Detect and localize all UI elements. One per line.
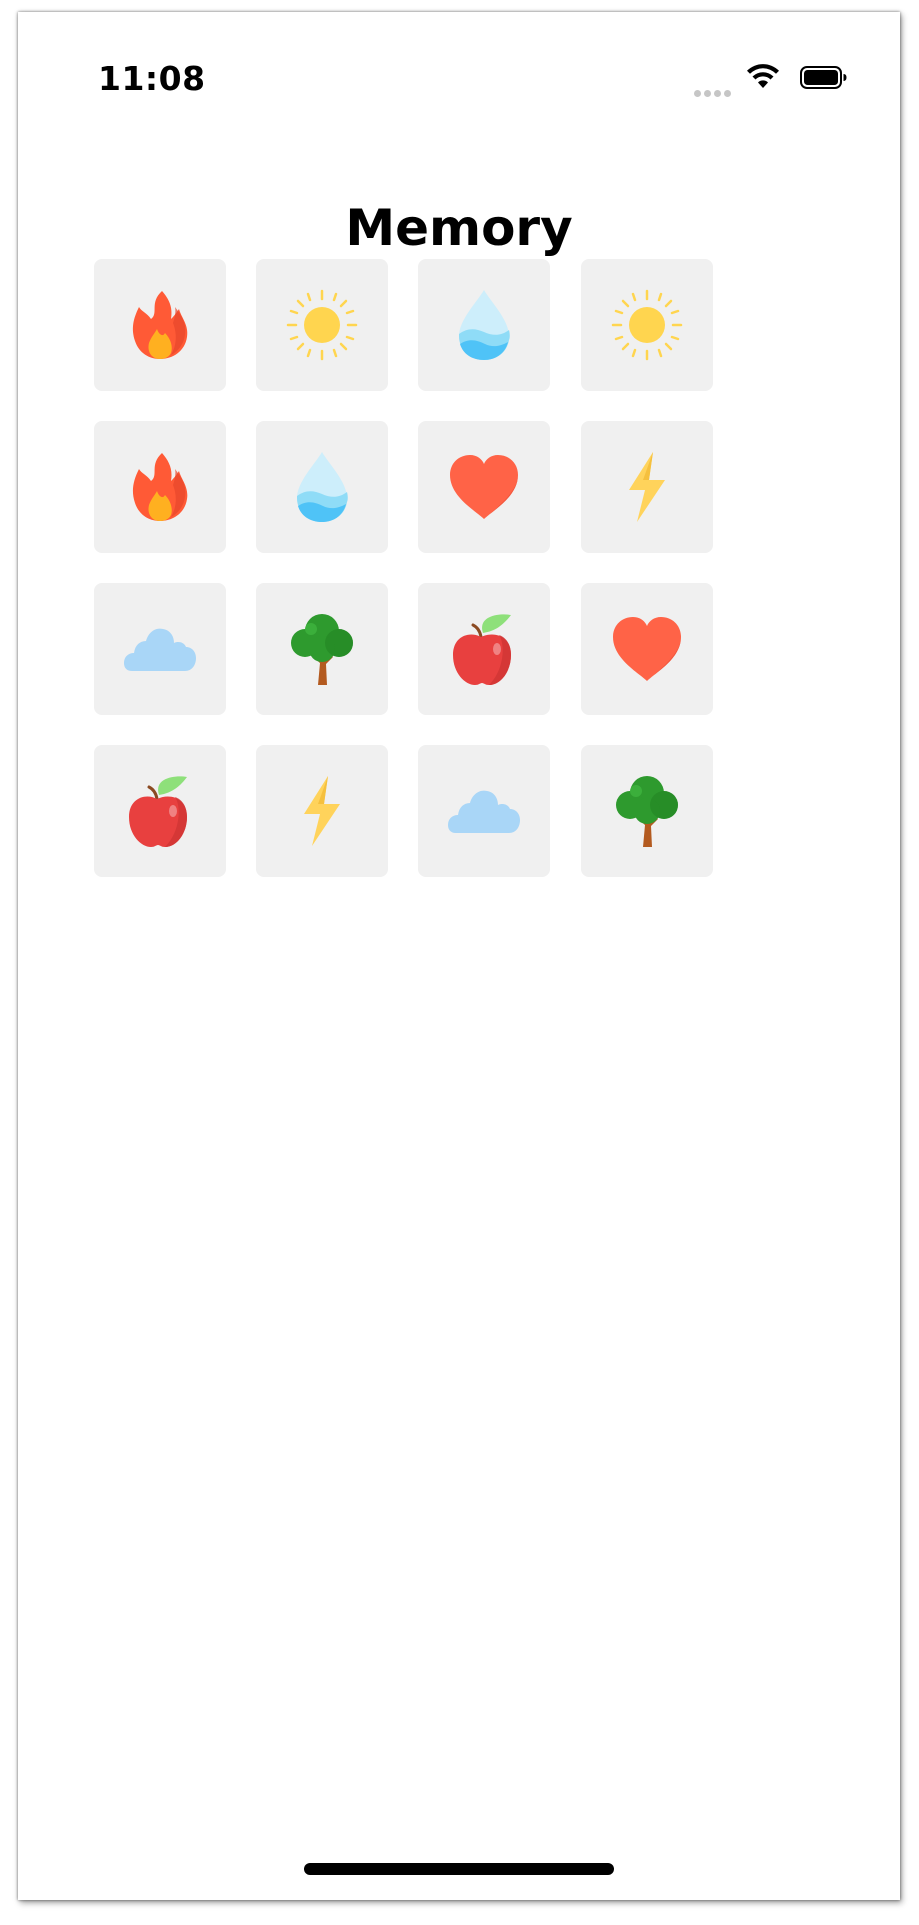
lightning-icon xyxy=(304,776,340,846)
memory-card[interactable] xyxy=(256,259,388,391)
status-time: 11:08 xyxy=(98,59,206,98)
apple-icon xyxy=(129,776,187,847)
heart-icon xyxy=(450,455,518,519)
memory-card[interactable] xyxy=(94,583,226,715)
water-drop-icon xyxy=(459,290,510,360)
memory-card[interactable] xyxy=(418,259,550,391)
tree-icon xyxy=(291,614,353,685)
memory-card[interactable] xyxy=(256,583,388,715)
memory-card[interactable] xyxy=(418,421,550,553)
memory-card[interactable] xyxy=(94,259,226,391)
memory-card[interactable] xyxy=(94,421,226,553)
memory-card[interactable] xyxy=(418,745,550,877)
tree-icon xyxy=(616,776,678,847)
fire-icon xyxy=(132,291,188,359)
memory-card[interactable] xyxy=(581,259,713,391)
memory-card[interactable] xyxy=(581,421,713,553)
memory-card[interactable] xyxy=(418,583,550,715)
memory-card[interactable] xyxy=(256,421,388,553)
memory-card[interactable] xyxy=(94,745,226,877)
sun-icon xyxy=(611,289,683,361)
memory-card[interactable] xyxy=(581,583,713,715)
sun-icon xyxy=(286,289,358,361)
fire-icon xyxy=(132,453,188,521)
home-indicator[interactable] xyxy=(304,1863,614,1875)
lightning-icon xyxy=(629,452,665,522)
signal-dots-icon xyxy=(694,82,734,101)
page-title: Memory xyxy=(345,199,573,257)
apple-icon xyxy=(453,614,511,685)
heart-icon xyxy=(613,617,681,681)
cloud-icon xyxy=(448,790,520,833)
status-bar: 11:08 xyxy=(18,12,900,142)
wifi-icon xyxy=(746,64,780,94)
water-drop-icon xyxy=(297,452,348,522)
cloud-icon xyxy=(124,628,196,671)
memory-card[interactable] xyxy=(581,745,713,877)
battery-full-icon xyxy=(800,66,848,94)
memory-card[interactable] xyxy=(256,745,388,877)
phone-screen: 11:08 Memory xyxy=(18,12,900,1900)
